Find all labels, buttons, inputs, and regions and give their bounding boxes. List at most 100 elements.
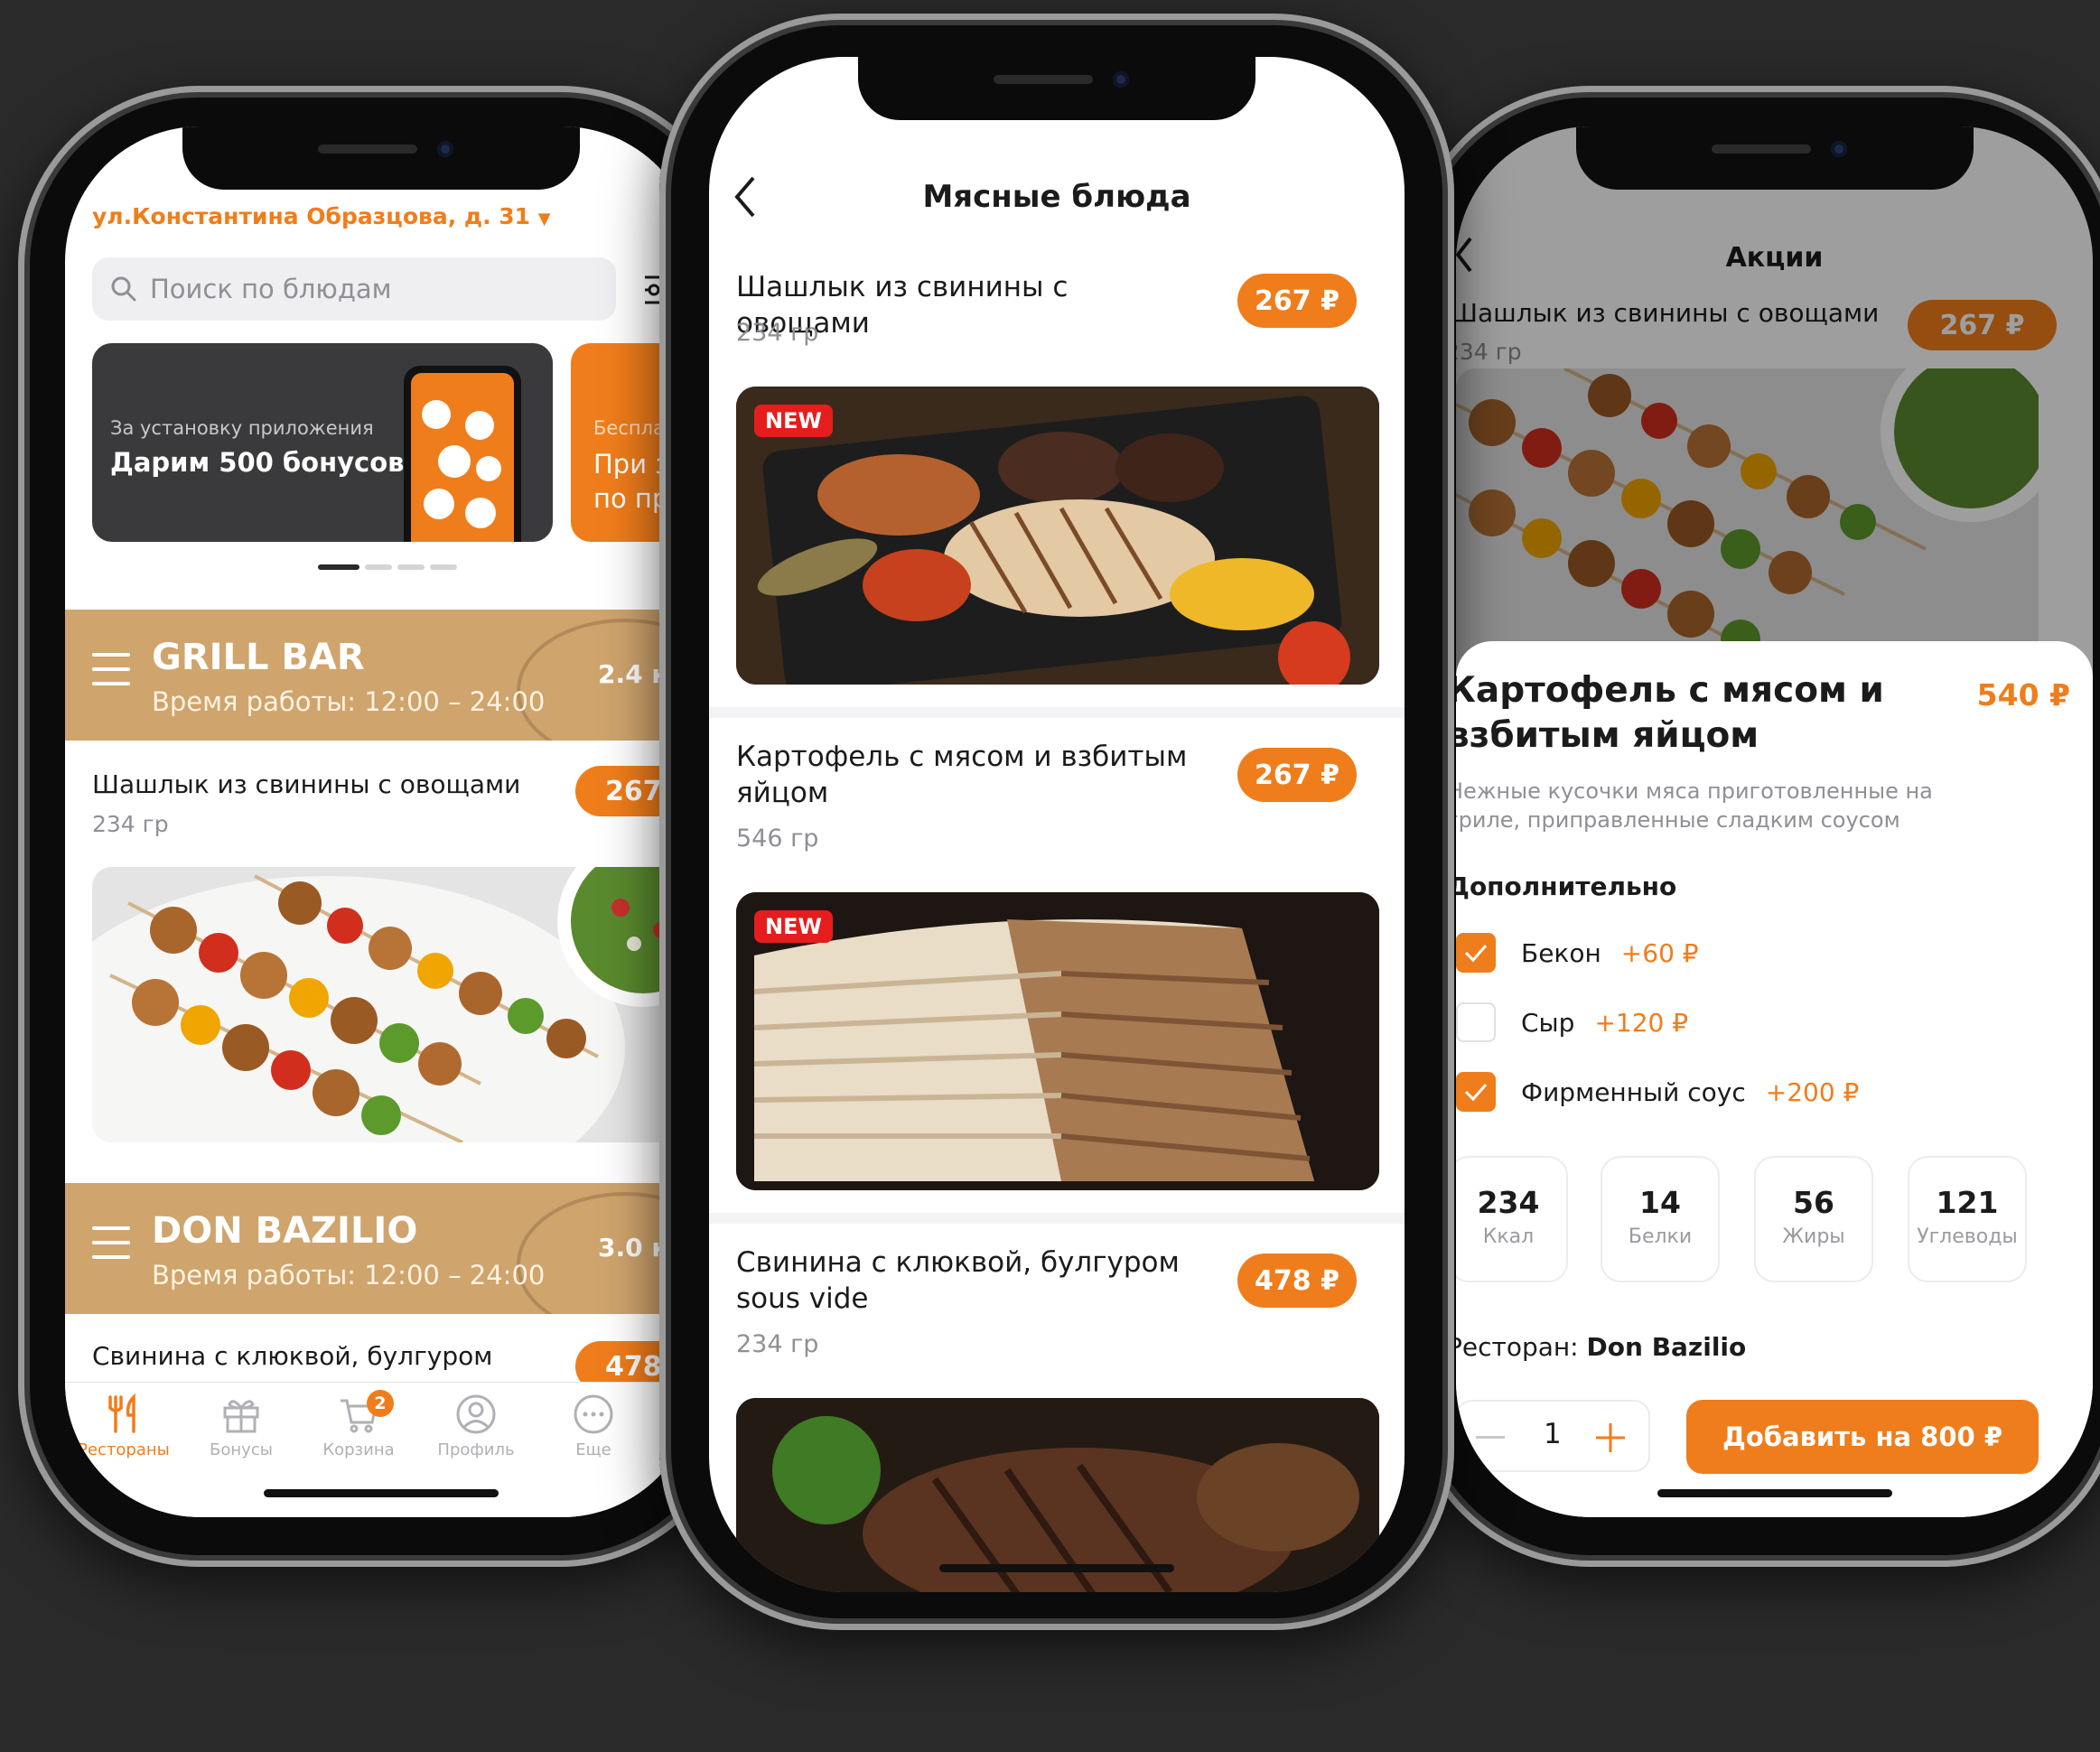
dish-detail-price: 540 ₽	[1976, 677, 2070, 713]
new-badge: NEW	[754, 910, 833, 943]
restaurant-header-don-bazilio[interactable]: DON BAZILIO Время работы: 12:00 – 24:00 …	[65, 1183, 697, 1314]
restaurant-name[interactable]: Don Bazilio	[1587, 1332, 1747, 1362]
option-price: +120 ₽	[1594, 1007, 1689, 1038]
nutrition-label: Углеводы	[1917, 1225, 2018, 1248]
tab-cart[interactable]: 2 Корзина	[300, 1390, 417, 1459]
dish-detail-screen: Акции Шашлык из свинины с овощами 234 гр…	[1456, 126, 2093, 1517]
checkmark-icon	[1464, 1084, 1488, 1102]
checkbox-checked[interactable]	[1456, 1072, 1496, 1112]
nutrition-label: Белки	[1628, 1225, 1693, 1248]
tab-label: Корзина	[322, 1440, 395, 1459]
notch	[858, 57, 1255, 120]
address-selector[interactable]: ул.Константина Образцова, д. 31 ▼	[92, 203, 551, 229]
caret-down-icon: ▼	[537, 210, 551, 228]
home-indicator	[1657, 1489, 1892, 1497]
carousel-pagination	[318, 564, 457, 570]
nutrition-label: Жиры	[1782, 1225, 1845, 1248]
price-button[interactable]: 267 ₽	[1237, 274, 1357, 328]
promo-banner-bonus[interactable]: За установку приложения Дарим 500 бонусо…	[92, 343, 553, 542]
menu-icon[interactable]	[92, 653, 130, 685]
nutrition-calories: 234 Ккал	[1456, 1156, 1568, 1282]
notch	[1575, 126, 1974, 190]
option-bacon[interactable]: Бекон +60 ₽	[1456, 930, 1699, 975]
dish-detail-title: Картофель с мясом и взбитым яйцом	[1456, 670, 1884, 756]
notch	[182, 126, 580, 190]
tab-restaurants[interactable]: Рестораны	[65, 1393, 182, 1459]
banner-subtitle: За установку приложения	[110, 417, 374, 439]
checkbox-unchecked[interactable]	[1456, 1002, 1496, 1042]
search-placeholder: Поиск по блюдам	[150, 274, 392, 304]
restaurant-hours: Время работы: 12:00 – 24:00	[152, 1260, 546, 1291]
cart-count-badge: 2	[367, 1390, 394, 1417]
fork-knife-icon	[108, 1393, 135, 1433]
restaurant-line: Ресторан: Don Bazilio	[1456, 1332, 1746, 1362]
nutrition-value: 234	[1477, 1185, 1540, 1220]
steak-illustration	[736, 1398, 1379, 1592]
restaurant-name: GRILL BAR	[152, 637, 365, 678]
restaurants-screen: ул.Константина Образцова, д. 31 ▼ Поиск …	[65, 126, 697, 1517]
dish-detail-sheet: Картофель с мясом и взбитым яйцом 540 ₽ …	[1456, 641, 2093, 1517]
nutrition-protein: 14 Белки	[1601, 1156, 1720, 1282]
restaurant-header-grill-bar[interactable]: GRILL BAR Время работы: 12:00 – 24:00 2.…	[65, 610, 697, 741]
tab-bonuses[interactable]: Бонусы	[182, 1393, 300, 1459]
nutrition-carbs: 121 Углеводы	[1908, 1156, 2027, 1282]
phone-frame-restaurants: ул.Константина Образцова, д. 31 ▼ Поиск …	[18, 86, 741, 1567]
skewers-illustration	[92, 867, 697, 1142]
tab-label: Рестораны	[78, 1440, 170, 1459]
tab-more[interactable]: Еще	[535, 1393, 652, 1459]
option-price: +60 ₽	[1620, 937, 1699, 968]
address-text: ул.Константина Образцова, д. 31	[92, 203, 531, 229]
tab-label: Еще	[575, 1440, 611, 1459]
gift-icon	[223, 1400, 259, 1433]
dish-photo-layered-cake[interactable]: NEW	[736, 892, 1379, 1190]
dish-weight: 234 гр	[736, 319, 819, 347]
search-input[interactable]: Поиск по блюдам	[92, 257, 616, 321]
dish-photo-skewers[interactable]	[92, 867, 697, 1142]
price-button[interactable]: 267 ₽	[1237, 748, 1357, 802]
quantity-stepper[interactable]: 1	[1456, 1400, 1650, 1472]
nutrition-label: Ккал	[1482, 1225, 1535, 1248]
price-button[interactable]: 478 ₽	[1237, 1253, 1357, 1308]
minus-icon[interactable]	[1476, 1436, 1505, 1439]
screen-title: Мясные блюда	[922, 179, 1191, 215]
add-to-cart-button[interactable]: Добавить на 800 ₽	[1686, 1400, 2039, 1474]
overlay-dim[interactable]	[1456, 126, 2093, 704]
dish-photo-steak[interactable]	[736, 1398, 1379, 1592]
dish-title: Свинина с клюквой, булгуром	[92, 1341, 493, 1371]
checkmark-icon	[1464, 945, 1488, 963]
restaurant-name: DON BAZILIO	[152, 1210, 418, 1252]
banner2-line2: При з	[593, 449, 669, 480]
tab-label: Профиль	[437, 1440, 515, 1459]
dish-description: Нежные кусочки мяса приготовленные на гр…	[1456, 778, 1933, 833]
quantity-value: 1	[1544, 1418, 1562, 1450]
dish-weight: 234 гр	[92, 811, 169, 837]
banner-title: Дарим 500 бонусов!	[110, 447, 416, 478]
banner2-text: При з по пр	[593, 447, 669, 516]
phone-mockup-illustration	[404, 366, 521, 542]
nutrition-value: 56	[1793, 1185, 1834, 1220]
dish-photo-grill-platter[interactable]: NEW	[736, 387, 1379, 685]
menu-icon[interactable]	[92, 1226, 130, 1259]
dish-weight: 234 гр	[736, 1330, 819, 1358]
nutrition-value: 14	[1639, 1185, 1681, 1220]
option-cheese[interactable]: Сыр +120 ₽	[1456, 1000, 1688, 1045]
extras-heading: Дополнительно	[1456, 871, 1677, 901]
dish-title: Картофель с мясом и взбитым яйцом	[736, 741, 1188, 809]
banner2-line3: по пр	[593, 483, 669, 514]
plus-icon[interactable]	[1594, 1421, 1627, 1454]
dish-title: Свинина с клюквой, булгуром sous vide	[736, 1246, 1180, 1315]
nutrition-fat: 56 Жиры	[1754, 1156, 1873, 1282]
more-icon	[574, 1394, 613, 1434]
phone-frame-category: Мясные блюда Шашлык из свинины с овощами…	[659, 14, 1454, 1630]
option-label: Бекон	[1521, 937, 1601, 968]
user-icon	[456, 1394, 496, 1434]
option-label: Сыр	[1521, 1007, 1575, 1038]
option-price: +200 ₽	[1765, 1076, 1860, 1107]
tab-profile[interactable]: Профиль	[417, 1393, 535, 1459]
separator	[709, 1213, 1405, 1224]
option-signature-sauce[interactable]: Фирменный соус +200 ₽	[1456, 1069, 1859, 1114]
dish-title: Шашлык из свинины с овощами	[92, 769, 521, 799]
checkbox-checked[interactable]	[1456, 933, 1496, 973]
new-badge: NEW	[754, 405, 833, 437]
home-indicator	[264, 1489, 499, 1497]
